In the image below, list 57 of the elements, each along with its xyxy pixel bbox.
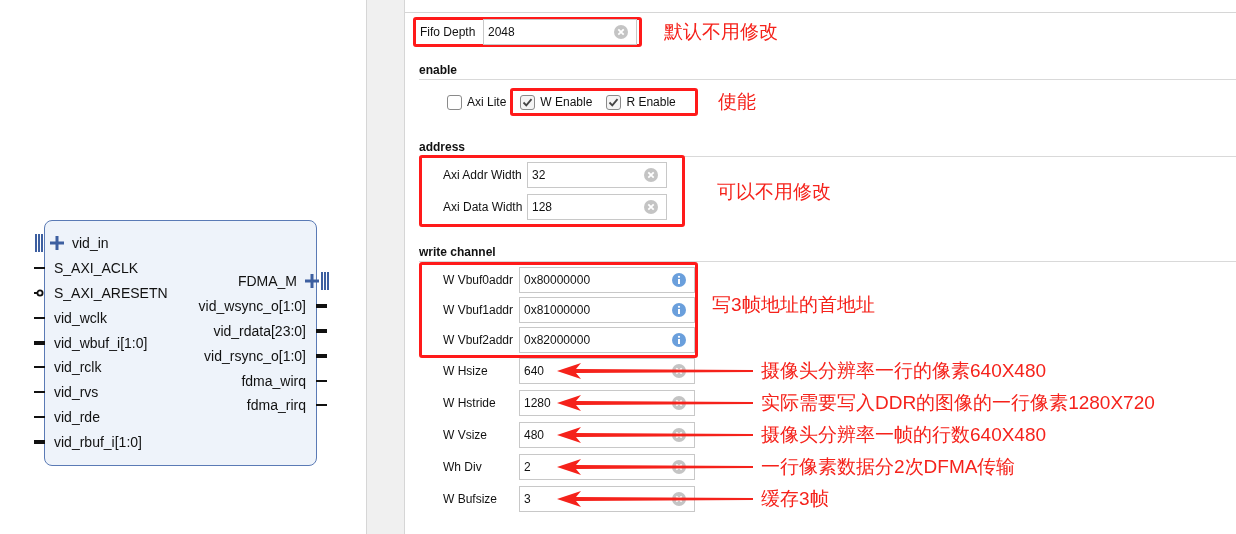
field-label: Fifo Depth bbox=[420, 25, 477, 39]
info-icon bbox=[672, 273, 686, 287]
port-label: vid_wbuf_i[1:0] bbox=[54, 334, 148, 351]
input-field[interactable]: 128 bbox=[527, 194, 667, 220]
field-label: Axi Addr Width bbox=[443, 168, 523, 182]
section-heading: write channel bbox=[419, 243, 1236, 262]
field-label: Wh Div bbox=[443, 460, 483, 474]
checkbox[interactable]: R Enable bbox=[606, 94, 676, 110]
port-label: S_AXI_ARESETN bbox=[54, 285, 168, 301]
field-label: W Bufsize bbox=[443, 492, 498, 506]
section-heading: address bbox=[419, 138, 1236, 157]
input-field[interactable]: 0x82000000 bbox=[519, 327, 695, 353]
annotation: 可以不用修改 bbox=[717, 180, 831, 204]
port-label: vid_rdata[23:0] bbox=[213, 323, 306, 339]
annotation: 缓存3帧 bbox=[761, 487, 829, 511]
annotation: 摄像头分辨率一帧的行数640X480 bbox=[761, 423, 1047, 447]
port-label: vid_rsync_o[1:0] bbox=[204, 347, 306, 364]
input-field[interactable]: 0x80000000 bbox=[519, 267, 695, 293]
annotation: 使能 bbox=[718, 90, 757, 114]
interface-bars-icon bbox=[35, 234, 43, 253]
input-field[interactable]: 2048 bbox=[483, 19, 637, 45]
plus-icon[interactable] bbox=[50, 236, 64, 251]
field-label: W Vbuf1addr bbox=[443, 303, 515, 317]
port-label: vid_wsync_o[1:0] bbox=[198, 298, 306, 315]
field-label: W Vbuf2addr bbox=[443, 333, 515, 347]
port-label: fdma_rirq bbox=[246, 397, 306, 414]
port-label: vid_rvs bbox=[54, 384, 99, 401]
port-label: vid_rclk bbox=[54, 359, 102, 376]
port-label: vid_rbuf_i[1:0] bbox=[54, 433, 142, 450]
checkbox[interactable]: W Enable bbox=[520, 94, 593, 110]
port-label: FDMA_M bbox=[237, 273, 297, 290]
inverted-pin-icon bbox=[34, 289, 45, 297]
plus-icon[interactable] bbox=[305, 274, 319, 289]
port-label: vid_in bbox=[72, 235, 109, 252]
info-icon bbox=[672, 303, 686, 317]
field-label: W Vbuf0addr bbox=[443, 273, 515, 287]
annotation: 一行像素数据分2次DFMA传输 bbox=[761, 455, 1016, 479]
annotation: 实际需要写入DDR的图像的一行像素1280X720 bbox=[761, 391, 1155, 415]
check-icon bbox=[522, 96, 534, 108]
port-label: vid_wclk bbox=[54, 309, 107, 326]
checkbox[interactable]: Axi Lite bbox=[447, 94, 507, 110]
check-icon bbox=[608, 96, 620, 108]
section-heading: enable bbox=[419, 61, 1236, 80]
interface-bars-icon bbox=[321, 272, 329, 291]
port-label: fdma_wirq bbox=[241, 372, 306, 389]
info-icon bbox=[672, 333, 686, 347]
field-label: W Vsize bbox=[443, 428, 488, 442]
port-label: S_AXI_ACLK bbox=[54, 260, 139, 277]
annotation: 写3帧地址的首地址 bbox=[712, 293, 875, 317]
port-label: vid_rde bbox=[54, 408, 100, 425]
annotation: 摄像头分辨率一行的像素640X480 bbox=[761, 359, 1047, 383]
input-field[interactable]: 0x81000000 bbox=[519, 297, 695, 323]
input-field[interactable]: 32 bbox=[527, 162, 667, 188]
annotation: 默认不用修改 bbox=[664, 20, 778, 44]
field-label: Axi Data Width bbox=[443, 200, 524, 214]
field-label: W Hstride bbox=[443, 396, 497, 410]
field-label: W Hsize bbox=[443, 364, 489, 378]
